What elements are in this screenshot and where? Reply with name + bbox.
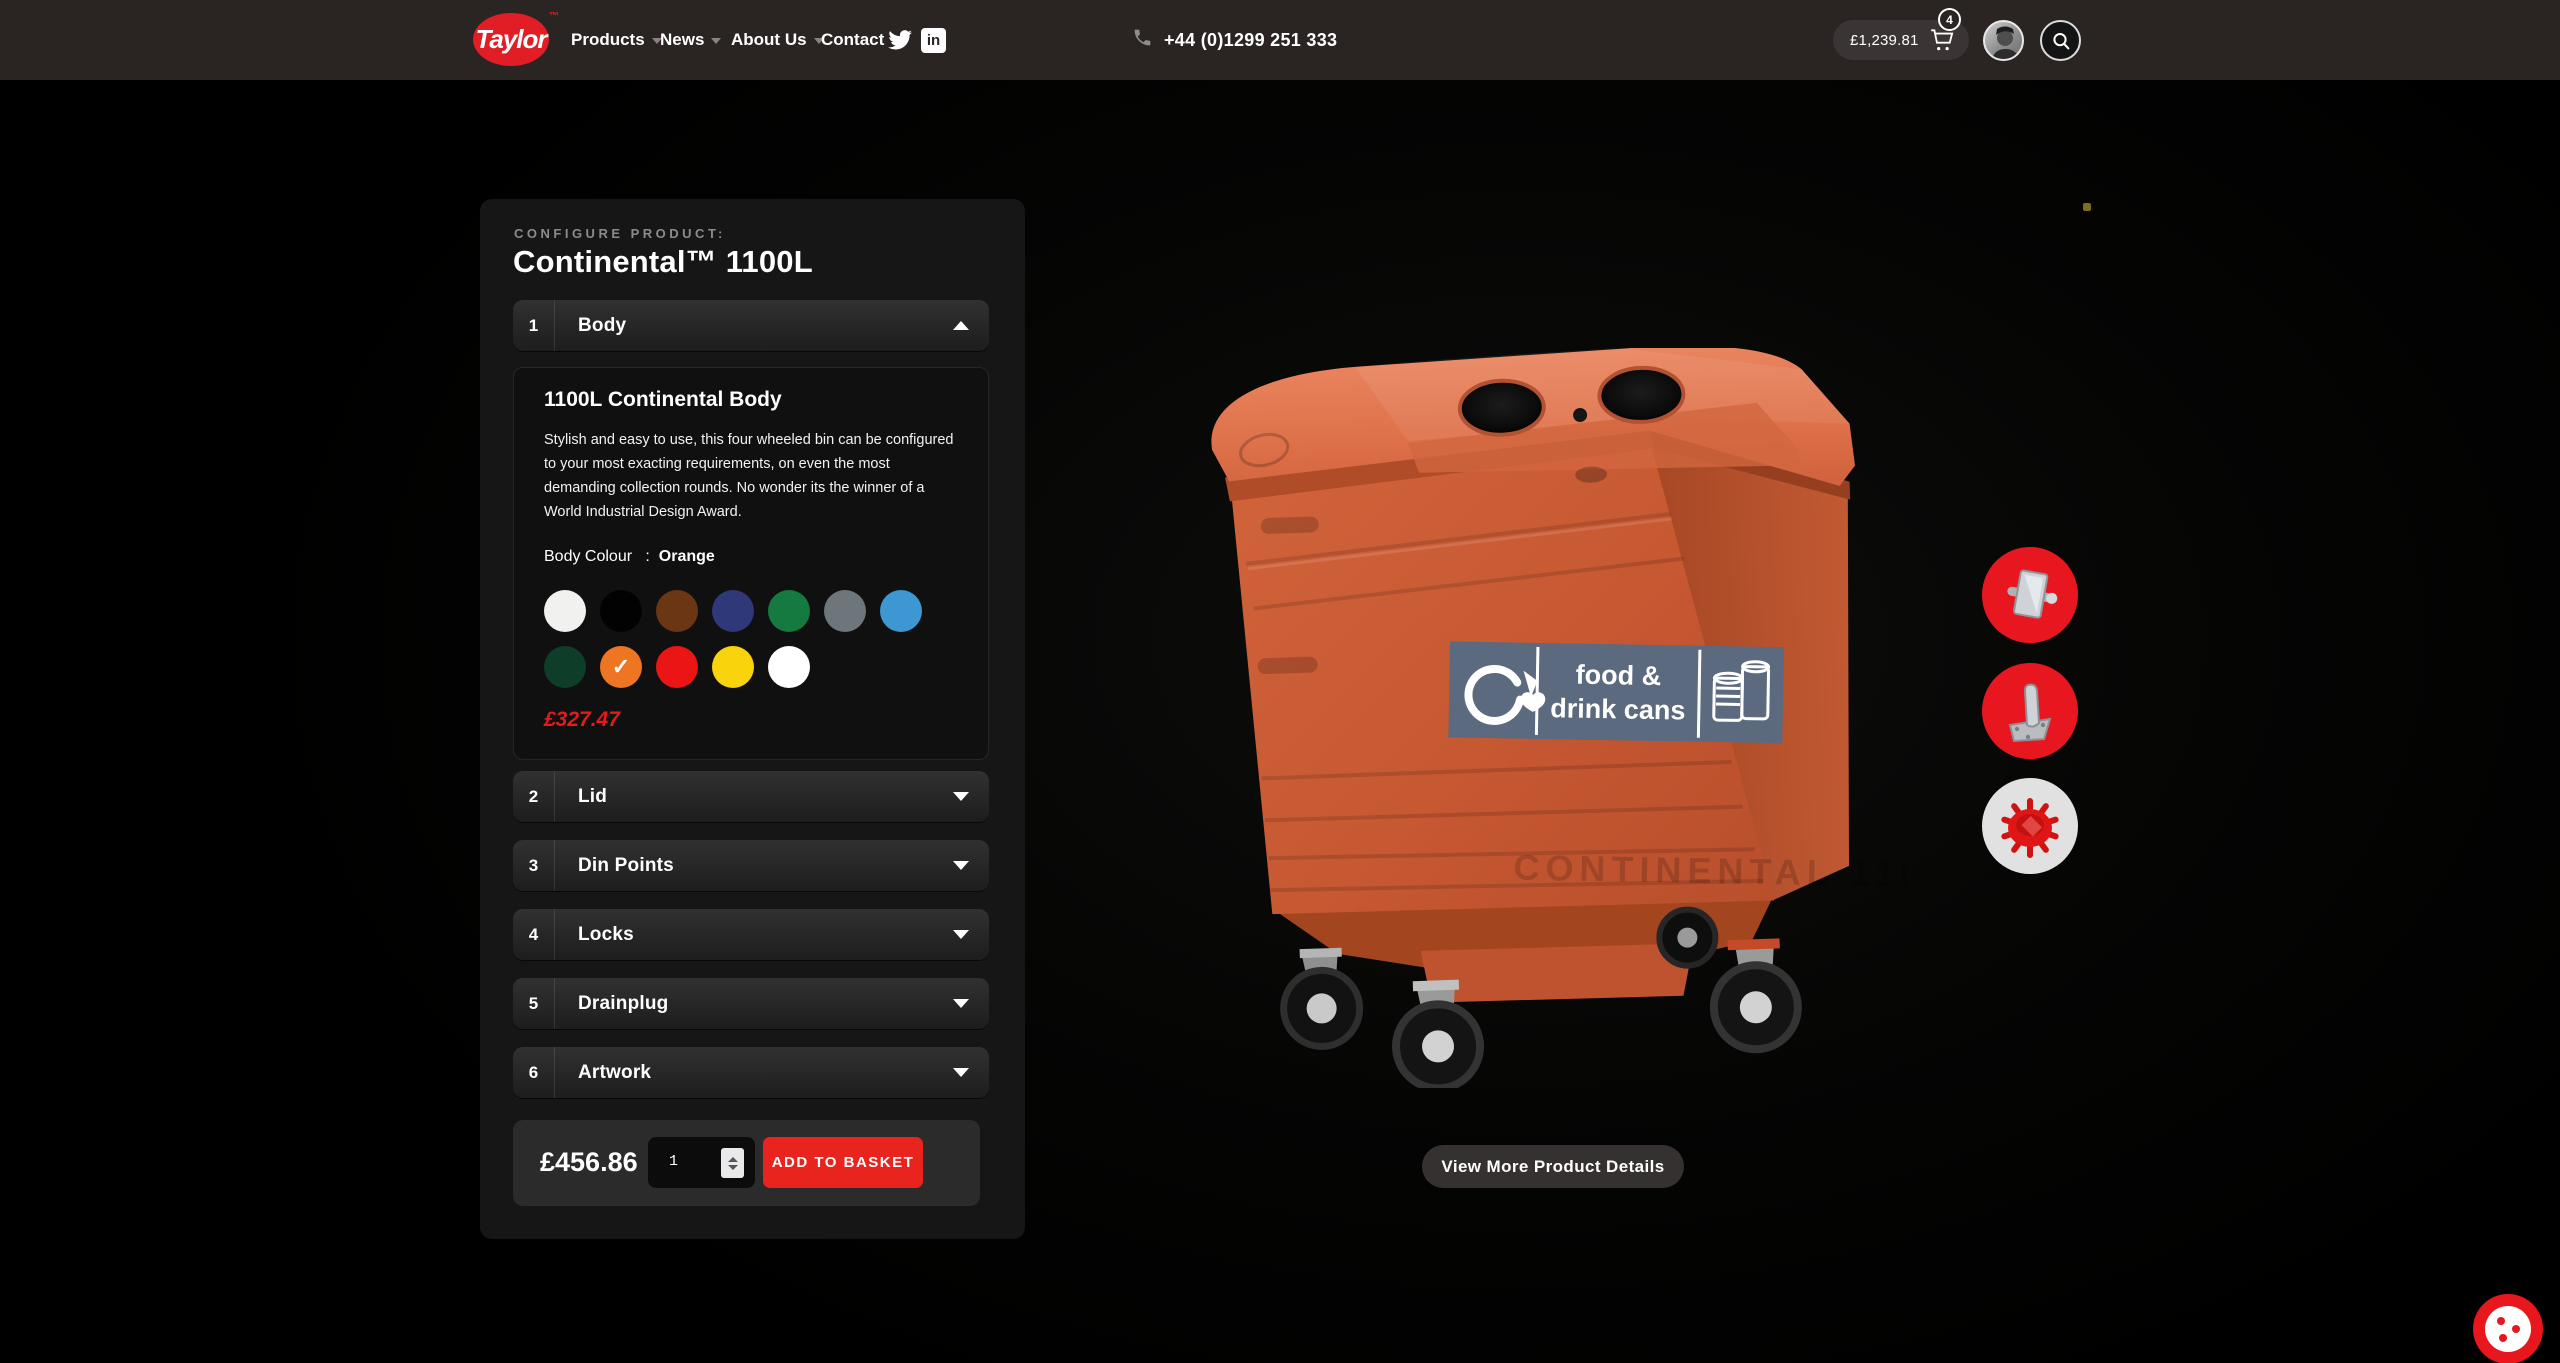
configure-product-eyebrow: CONFIGURE PRODUCT:: [514, 226, 726, 241]
colour-swatch-row-2: ✓: [544, 646, 810, 688]
body-colour-line: Body Colour : Orange: [544, 548, 715, 566]
quantity-value: 1: [669, 1153, 678, 1170]
phone-number: +44 (0)1299 251 333: [1164, 30, 1337, 51]
nav-item-label: News: [660, 30, 704, 50]
accordion-lid[interactable]: 2 Lid: [513, 771, 989, 822]
add-to-basket-button[interactable]: ADD TO BASKET: [763, 1137, 923, 1188]
search-icon: [2051, 31, 2071, 51]
lock-part-icon: [1999, 564, 2061, 626]
configurator-footer: £456.86 1 ADD TO BASKET: [513, 1120, 980, 1206]
quantity-stepper[interactable]: [721, 1148, 744, 1178]
nav-item-products[interactable]: Products: [571, 0, 662, 80]
body-option-card: 1100L Continental Body Stylish and easy …: [513, 367, 989, 760]
search-button[interactable]: [2040, 20, 2081, 61]
nav-item-label: Contact: [821, 30, 884, 50]
basket-cart-icon: [1929, 27, 1957, 58]
bin-label-line2: drink cans: [1550, 693, 1686, 725]
colour-swatch-grey[interactable]: [824, 590, 866, 632]
taylor-logo-text: Taylor: [475, 24, 546, 55]
accordion-step-number: 4: [513, 909, 555, 960]
chevron-down-icon: [711, 38, 721, 44]
chevron-down-icon: [953, 1068, 969, 1077]
colour-swatch-yellow[interactable]: [712, 646, 754, 688]
accordion-step-number: 3: [513, 840, 555, 891]
part-hotspot-drainplug-button[interactable]: [1982, 778, 2078, 874]
live-chat-button[interactable]: [2473, 1294, 2543, 1363]
chat-bubble-icon: [2485, 1306, 2531, 1352]
svg-text:CONTINENTAL 1100: CONTINENTAL 1100: [1513, 847, 1908, 896]
selected-check-icon: ✓: [600, 646, 642, 688]
account-avatar[interactable]: [1983, 20, 2024, 61]
colour-swatch-brown[interactable]: [656, 590, 698, 632]
taylor-logo[interactable]: Taylor ™: [473, 13, 549, 66]
product-3d-render[interactable]: CONTINENTAL 1100 food & drink cans: [1208, 348, 1908, 1088]
colour-swatch-navy[interactable]: [712, 590, 754, 632]
accordion-step-number: 6: [513, 1047, 555, 1098]
quantity-input[interactable]: 1: [648, 1137, 755, 1188]
accordion-step-number: 1: [513, 300, 555, 351]
bin-label-line1: food &: [1575, 660, 1661, 691]
view-more-details-button[interactable]: View More Product Details: [1422, 1145, 1684, 1188]
nav-item-contact[interactable]: Contact: [821, 0, 884, 80]
body-colour-colon: :: [645, 548, 649, 565]
product-title: Continental™ 1100L: [513, 244, 813, 280]
chevron-up-icon: [953, 321, 969, 330]
colour-swatch-black[interactable]: [600, 590, 642, 632]
body-option-price: £327.47: [544, 708, 620, 732]
colour-swatch-green[interactable]: [768, 590, 810, 632]
accordion-body[interactable]: 1 Body: [513, 300, 989, 351]
product-configurator-panel: CONFIGURE PRODUCT: Continental™ 1100L 1 …: [480, 199, 1025, 1239]
accordion-artwork[interactable]: 6 Artwork: [513, 1047, 989, 1098]
accordion-label: Body: [578, 315, 626, 337]
colour-swatch-light-grey[interactable]: [544, 590, 586, 632]
basket-total: £1,239.81: [1850, 32, 1919, 49]
colour-swatch-light-blue[interactable]: [880, 590, 922, 632]
nav-item-news[interactable]: News: [660, 0, 721, 80]
accordion-label: Din Points: [578, 855, 674, 877]
quantity-spin-down[interactable]: [728, 1165, 738, 1170]
nav-item-label: Products: [571, 30, 645, 50]
twitter-icon[interactable]: [888, 0, 912, 80]
colour-swatch-orange-selected[interactable]: ✓: [600, 646, 642, 688]
body-option-heading: 1100L Continental Body: [544, 388, 782, 412]
chevron-down-icon: [953, 861, 969, 870]
accordion-drainplug[interactable]: 5 Drainplug: [513, 978, 989, 1029]
accordion-step-number: 2: [513, 771, 555, 822]
nav-item-about-us[interactable]: About Us: [731, 0, 824, 80]
scene-light-dot: [2083, 203, 2091, 211]
accordion-step-number: 5: [513, 978, 555, 1029]
chevron-down-icon: [953, 999, 969, 1008]
accordion-label: Artwork: [578, 1062, 651, 1084]
part-hotspot-bracket-button[interactable]: [1982, 663, 2078, 759]
chevron-down-icon: [953, 930, 969, 939]
total-price: £456.86: [540, 1147, 638, 1178]
phone-icon: [1132, 27, 1153, 53]
quantity-spin-up[interactable]: [728, 1157, 738, 1162]
drainplug-part-icon: [1998, 794, 2062, 858]
nav-item-label: About Us: [731, 30, 807, 50]
colour-swatch-row-1: [544, 590, 922, 632]
accordion-label: Drainplug: [578, 993, 668, 1015]
top-navigation-bar: Taylor ™ Products News About Us Contact …: [0, 0, 2560, 80]
accordion-label: Locks: [578, 924, 634, 946]
accordion-locks[interactable]: 4 Locks: [513, 909, 989, 960]
trademark-symbol: ™: [549, 11, 559, 22]
body-colour-label: Body Colour: [544, 548, 632, 565]
part-hotspot-lock-button[interactable]: [1982, 547, 2078, 643]
bracket-part-icon: [2000, 679, 2060, 743]
accordion-din-points[interactable]: 3 Din Points: [513, 840, 989, 891]
colour-swatch-white[interactable]: [768, 646, 810, 688]
phone-link[interactable]: +44 (0)1299 251 333: [1132, 0, 1337, 80]
chevron-down-icon: [953, 792, 969, 801]
colour-swatch-red[interactable]: [656, 646, 698, 688]
basket-count-badge: 4: [1938, 8, 1961, 31]
linkedin-icon[interactable]: in: [921, 0, 946, 80]
body-colour-value: Orange: [659, 548, 715, 565]
body-option-description: Stylish and easy to use, this four wheel…: [544, 428, 956, 524]
accordion-label: Lid: [578, 786, 607, 808]
colour-swatch-dark-green[interactable]: [544, 646, 586, 688]
